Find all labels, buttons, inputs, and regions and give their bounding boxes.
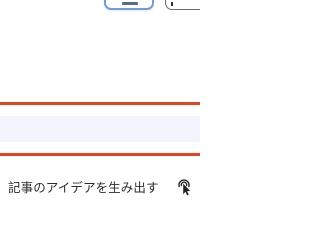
click-cursor-icon[interactable] — [174, 176, 194, 196]
generate-ideas-action[interactable]: 記事のアイデアを生み出す — [8, 176, 196, 196]
text-input[interactable] — [0, 116, 200, 142]
highlighted-input-area — [0, 102, 200, 156]
generate-ideas-label: 記事のアイデアを生み出す — [8, 179, 159, 195]
primary-button-label-fragment — [122, 2, 138, 5]
secondary-button-label-fragment — [171, 2, 173, 6]
page: 記事のアイデアを生み出す — [0, 0, 200, 200]
primary-button[interactable] — [104, 0, 154, 10]
secondary-button[interactable] — [165, 0, 200, 10]
